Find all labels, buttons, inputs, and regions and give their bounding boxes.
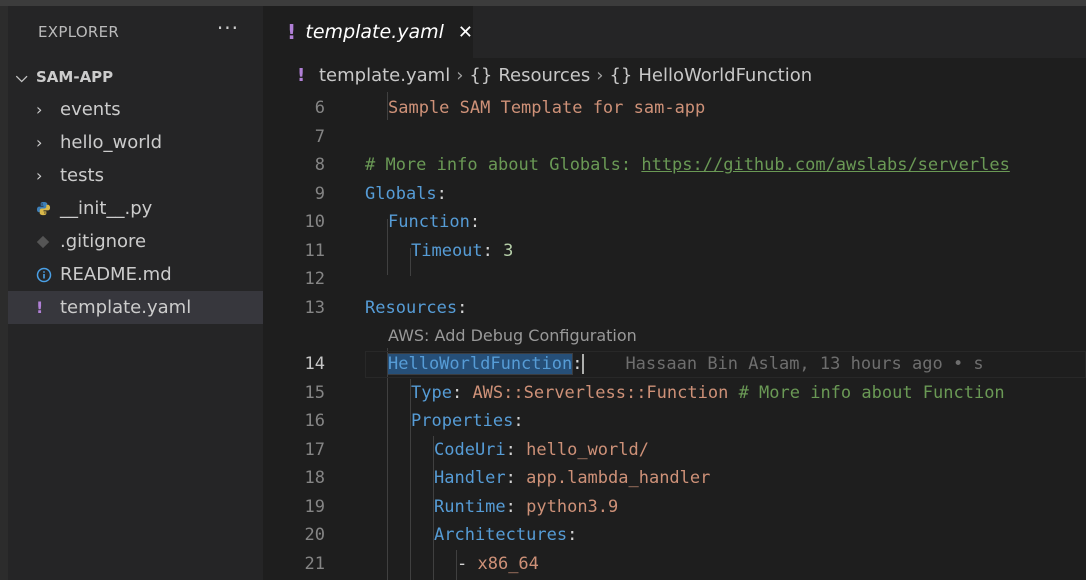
git-icon — [36, 235, 60, 249]
code-line: 19 Runtime: python3.9 — [263, 493, 1086, 522]
explorer-sidebar: EXPLORER ··· ⌵ SAM-APP › events › hello_… — [8, 6, 263, 580]
code-token: app.lambda_handler — [526, 468, 711, 489]
activity-bar — [0, 6, 8, 580]
code-line: 8 # More info about Globals: https://git… — [263, 151, 1086, 180]
code-line: 16 Properties: — [263, 407, 1086, 436]
code-line: 18 Handler: app.lambda_handler — [263, 464, 1086, 493]
tree-item-label: .gitignore — [60, 231, 147, 252]
tab-label: template.yaml — [305, 21, 444, 43]
explorer-title: EXPLORER — [38, 23, 120, 41]
line-number: 16 — [304, 411, 325, 432]
code-token: Type — [411, 382, 452, 403]
git-blame-annotation: Hassaan Bin Aslam, 13 hours ago • s — [625, 354, 984, 375]
code-token: Function — [388, 212, 470, 233]
line-number: 20 — [304, 525, 325, 546]
code-link[interactable]: https://github.com/awslabs/serverles — [641, 155, 1009, 175]
code-token: 3 — [503, 240, 514, 261]
chevron-right-icon: › — [596, 64, 604, 86]
close-icon[interactable]: ✕ — [458, 22, 473, 43]
tree-item-label: template.yaml — [60, 297, 192, 318]
code-line: 12 — [263, 265, 1086, 294]
codelens-add-debug-configuration[interactable]: AWS: Add Debug Configuration — [388, 326, 637, 345]
line-number: 8 — [314, 155, 325, 176]
tree-item-label: __init__.py — [60, 198, 153, 219]
yaml-exclamation-icon: ! — [287, 20, 297, 44]
line-number: 13 — [304, 297, 325, 318]
code-token: AWS::Serverless::Function — [472, 382, 729, 403]
code-token: x86_64 — [477, 553, 539, 574]
line-number: 19 — [304, 496, 325, 517]
info-icon — [36, 267, 60, 283]
chevron-right-icon: › — [36, 133, 43, 152]
code-token: hello_world/ — [526, 439, 649, 460]
code-line: 11 Timeout: 3 — [263, 237, 1086, 266]
chevron-right-icon: › — [36, 166, 43, 185]
code-token: Sample SAM Template for sam-app — [388, 98, 706, 119]
tree-item-label: hello_world — [60, 132, 163, 153]
tree-item-label: events — [60, 99, 121, 120]
code-line: 9 Globals: — [263, 180, 1086, 209]
explorer-header: EXPLORER ··· — [8, 6, 263, 58]
chevron-right-icon: › — [456, 64, 464, 86]
code-token-selected: HelloWorldFunction — [386, 353, 574, 376]
object-braces-icon: {} — [469, 64, 493, 86]
line-number: 17 — [304, 439, 325, 460]
code-token: Handler — [434, 468, 506, 489]
python-icon — [36, 201, 60, 216]
code-token: Resources — [365, 297, 458, 318]
code-editor[interactable]: 6 Sample SAM Template for sam-app 7 8 # … — [263, 92, 1086, 580]
chevron-down-icon: ⌵ — [16, 67, 28, 86]
code-line: 17 CodeUri: hello_world/ — [263, 436, 1086, 465]
line-number: 15 — [304, 382, 325, 403]
line-number: 12 — [304, 269, 325, 290]
tab-template-yaml[interactable]: ! template.yaml ✕ — [263, 6, 473, 58]
line-number: 21 — [304, 553, 325, 574]
breadcrumb-file[interactable]: template.yaml — [319, 65, 450, 86]
line-number: 6 — [314, 98, 325, 119]
tree-item-gitignore[interactable]: .gitignore — [8, 225, 263, 258]
tree-item-init-py[interactable]: __init__.py — [8, 192, 263, 225]
line-number: 18 — [304, 468, 325, 489]
chevron-right-icon: › — [36, 100, 43, 119]
code-line: 21 - x86_64 — [263, 550, 1086, 579]
breadcrumb: ! template.yaml › {} Resources › {} Hell… — [263, 58, 1086, 92]
tree-item-hello-world[interactable]: › hello_world — [8, 126, 263, 159]
code-token: Properties — [411, 411, 514, 432]
code-token: Globals — [365, 183, 437, 204]
yaml-exclamation-icon: ! — [36, 298, 44, 317]
tree-item-events[interactable]: › events — [8, 93, 263, 126]
code-line: 6 Sample SAM Template for sam-app — [263, 94, 1086, 123]
code-line: 10 Function: — [263, 208, 1086, 237]
code-line: 13 Resources: — [263, 294, 1086, 323]
code-line: 20 Architectures: — [263, 521, 1086, 550]
code-token: Timeout — [411, 240, 483, 261]
tree-item-template-yaml[interactable]: ! template.yaml — [8, 291, 263, 324]
line-number: 7 — [314, 126, 325, 147]
object-braces-icon: {} — [609, 64, 633, 86]
folder-root-sam-app[interactable]: ⌵ SAM-APP — [8, 60, 263, 93]
code-token: # More info about Globals: — [365, 155, 642, 176]
yaml-exclamation-icon: ! — [297, 64, 306, 86]
line-number: 11 — [304, 240, 325, 261]
breadcrumb-hello-world-function[interactable]: HelloWorldFunction — [638, 65, 812, 86]
line-number: 14 — [304, 354, 325, 375]
tree-item-readme[interactable]: README.md — [8, 258, 263, 291]
editor-tab-bar: ! template.yaml ✕ — [263, 6, 1086, 58]
code-line: 7 — [263, 123, 1086, 152]
code-line-current: 14 HelloWorldFunction: Hassaan Bin Aslam… — [263, 350, 1086, 379]
code-token: CodeUri — [434, 439, 506, 460]
tree-item-label: tests — [60, 165, 104, 186]
code-token: Architectures — [434, 525, 568, 546]
code-token: # More info about Function — [738, 382, 1005, 403]
code-token: python3.9 — [526, 496, 619, 517]
folder-root-label: SAM-APP — [36, 67, 114, 86]
tree-item-label: README.md — [60, 264, 172, 285]
code-line: 15 Type: AWS::Serverless::Function # Mor… — [263, 379, 1086, 408]
line-number: 10 — [304, 212, 325, 233]
more-actions-icon[interactable]: ··· — [217, 16, 239, 40]
tree-item-tests[interactable]: › tests — [8, 159, 263, 192]
line-number: 9 — [314, 183, 325, 204]
code-token: Runtime — [434, 496, 506, 517]
breadcrumb-resources[interactable]: Resources — [498, 65, 590, 86]
